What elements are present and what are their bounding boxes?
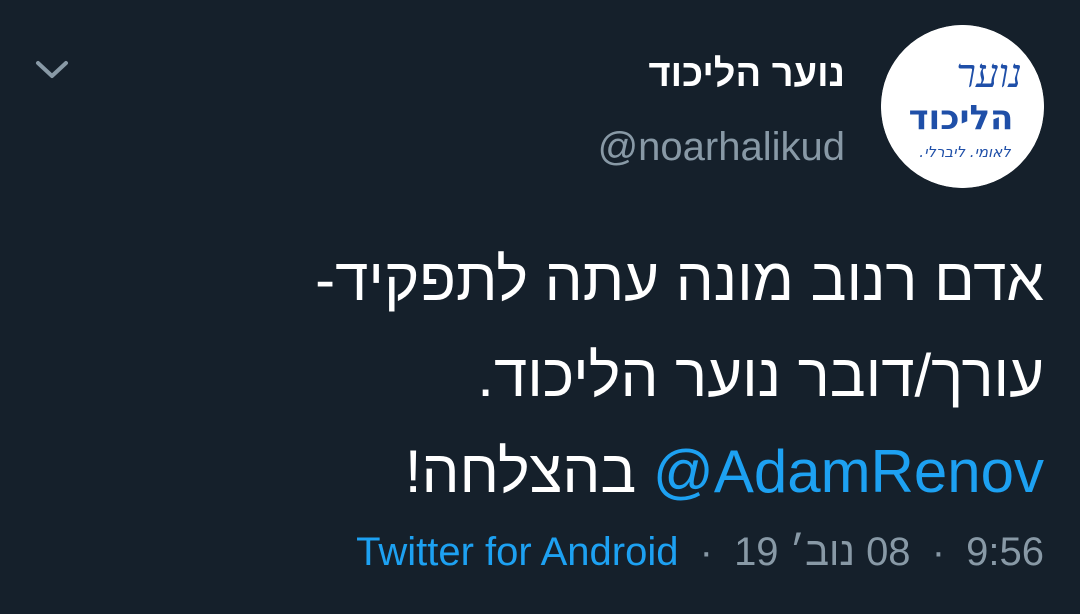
chevron-down-icon[interactable] [28,52,76,88]
tweet-text-line-3: @AdamRenov בהצלחה! [224,424,1044,520]
meta-separator: · [931,530,946,574]
tweet-text-line-2: עורך/דובר נוער הליכוד. [477,342,1044,409]
logo-slogan-text: לאומי. ליברלי. [919,143,1011,161]
tweet-source-link[interactable]: Twitter for Android [356,530,678,574]
likud-youth-logo: נוער הליכוד לאומי. ליברלי. [881,25,1044,188]
tweet-text-line-1: אדם רנוב מונה עתה לתפקיד- [315,246,1044,313]
meta-separator: · [699,530,713,574]
tweet-meta: 9:56 · 08 נוב׳ 19 · Twitter for Android [356,528,1044,576]
user-handle[interactable]: @noarhalikud [598,124,845,170]
tweet-date: 08 נוב׳ 19 [734,530,911,574]
display-name[interactable]: נוער הליכוד [648,52,845,96]
tweet-text-suffix: בהצלחה! [404,438,637,505]
tweet-time: 9:56 [966,530,1044,574]
avatar[interactable]: נוער הליכוד לאומי. ליברלי. [881,25,1044,188]
tweet-card: נוער הליכוד לאומי. ליברלי. נוער הליכוד @… [0,0,1080,614]
logo-top-text: נוער [956,51,1022,97]
logo-main-text: הליכוד [909,98,1014,138]
tweet-text: אדם רנוב מונה עתה לתפקיד- עורך/דובר נוער… [224,232,1044,520]
mention-link[interactable]: @AdamRenov [653,438,1044,505]
